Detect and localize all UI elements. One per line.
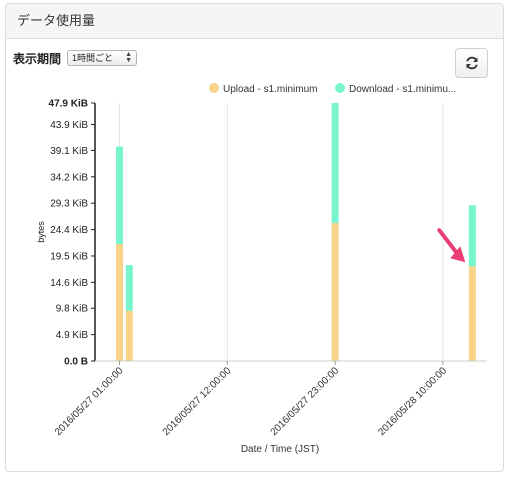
legend-item-download[interactable]: Download - s1.minimu... (335, 83, 460, 97)
panel-title: データ使用量 (6, 4, 503, 39)
upload-swatch-icon (209, 83, 219, 93)
refresh-icon (466, 56, 478, 70)
period-select-value: 1時間ごと (72, 53, 114, 63)
legend-download-label: Download - s1.minimu... (349, 84, 457, 95)
legend-upload-label: Upload - s1.minimum (223, 84, 318, 95)
select-arrows-icon: ▲ ▼ (125, 51, 132, 64)
period-label: 表示期間 (13, 52, 62, 66)
download-swatch-icon (335, 83, 345, 93)
data-usage-panel: データ使用量 (5, 3, 504, 472)
period-select[interactable]: 1時間ごと ▲ ▼ (67, 50, 137, 66)
refresh-button[interactable] (455, 48, 488, 78)
legend-item-upload[interactable]: Upload - s1.minimum (209, 83, 317, 97)
